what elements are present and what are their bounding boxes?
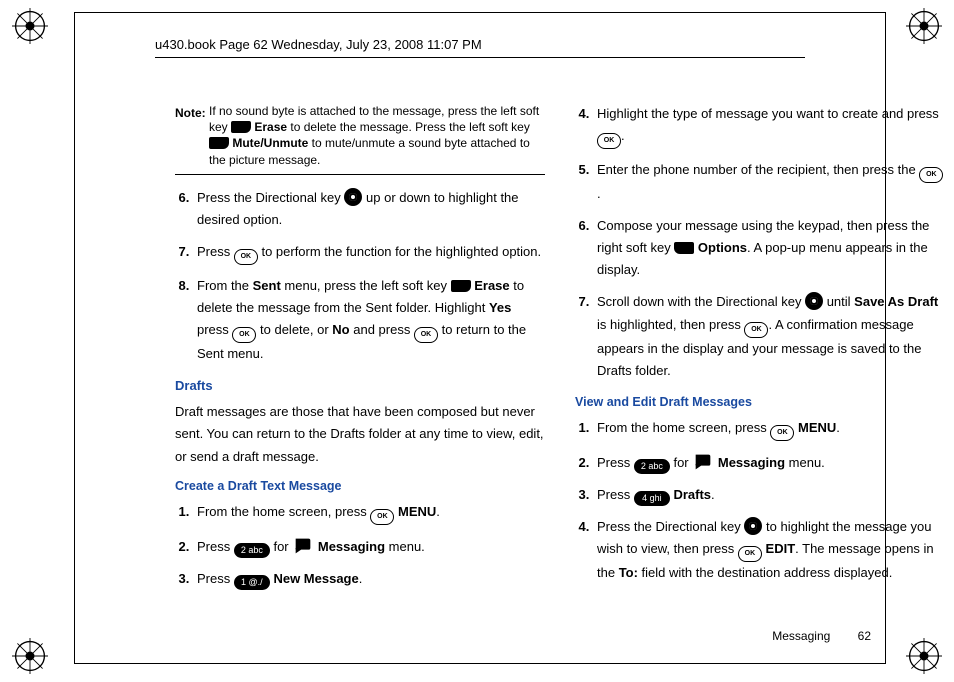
directional-key-icon xyxy=(344,188,362,206)
steps-create-draft: From the home screen, press OK MENU. Pre… xyxy=(193,501,545,590)
register-mark-icon xyxy=(906,8,942,44)
steps-view-edit: From the home screen, press OK MENU. Pre… xyxy=(593,417,945,584)
content-columns: Note: If no sound byte is attached to th… xyxy=(175,103,945,600)
left-column: Note: If no sound byte is attached to th… xyxy=(175,103,545,600)
list-item: Compose your message using the keypad, t… xyxy=(593,215,945,281)
ok-key-icon: OK xyxy=(744,322,768,338)
ok-key-icon: OK xyxy=(919,167,943,183)
left-softkey-icon xyxy=(209,137,229,149)
list-item: Press 1 @./ New Message. xyxy=(193,568,545,590)
header-rule xyxy=(155,57,805,58)
ok-key-icon: OK xyxy=(232,327,256,343)
key-1-icon: 1 @./ xyxy=(234,575,270,590)
page-frame: u430.book Page 62 Wednesday, July 23, 20… xyxy=(74,12,886,664)
footer-section: Messaging xyxy=(772,629,830,643)
right-softkey-icon xyxy=(674,242,694,254)
steps-create-draft-continued: Highlight the type of message you want t… xyxy=(593,103,945,382)
ok-key-icon: OK xyxy=(738,546,762,562)
list-item: Press 2 abc for Messaging menu. xyxy=(193,535,545,558)
ok-key-icon: OK xyxy=(770,425,794,441)
ok-key-icon: OK xyxy=(414,327,438,343)
heading-create-draft: Create a Draft Text Message xyxy=(175,476,545,497)
list-item: From the Sent menu, press the left soft … xyxy=(193,275,545,365)
heading-view-edit: View and Edit Draft Messages xyxy=(575,392,945,413)
note-rule xyxy=(175,174,545,175)
key-4-icon: 4 ghi xyxy=(634,491,670,506)
heading-drafts: Drafts xyxy=(175,375,545,397)
list-item: Highlight the type of message you want t… xyxy=(593,103,945,149)
list-item: Press the Directional key to highlight t… xyxy=(593,516,945,584)
list-item: Press the Directional key up or down to … xyxy=(193,187,545,231)
list-item: From the home screen, press OK MENU. xyxy=(593,417,945,441)
register-mark-icon xyxy=(12,638,48,674)
page-footer: Messaging 62 xyxy=(772,629,871,643)
messaging-icon xyxy=(692,451,714,473)
list-item: Press 2 abc for Messaging menu. xyxy=(593,451,945,474)
ok-key-icon: OK xyxy=(234,249,258,265)
left-softkey-icon xyxy=(451,280,471,292)
note-block: Note: If no sound byte is attached to th… xyxy=(175,103,545,168)
note-body: If no sound byte is attached to the mess… xyxy=(209,103,545,168)
directional-key-icon xyxy=(805,292,823,310)
key-2-icon: 2 abc xyxy=(634,459,670,474)
ok-key-icon: OK xyxy=(370,509,394,525)
key-2-icon: 2 abc xyxy=(234,543,270,558)
register-mark-icon xyxy=(906,638,942,674)
note-label: Note: xyxy=(175,103,209,168)
directional-key-icon xyxy=(744,517,762,535)
drafts-paragraph: Draft messages are those that have been … xyxy=(175,401,545,467)
list-item: From the home screen, press OK MENU. xyxy=(193,501,545,525)
register-mark-icon xyxy=(12,8,48,44)
footer-page-number: 62 xyxy=(858,629,871,643)
right-column: Highlight the type of message you want t… xyxy=(575,103,945,600)
list-item: Scroll down with the Directional key unt… xyxy=(593,291,945,381)
list-item: Enter the phone number of the recipient,… xyxy=(593,159,945,205)
ok-key-icon: OK xyxy=(597,133,621,149)
messaging-icon xyxy=(292,535,314,557)
page-header: u430.book Page 62 Wednesday, July 23, 20… xyxy=(155,37,482,52)
left-softkey-icon xyxy=(231,121,251,133)
steps-sent-continued: Press the Directional key up or down to … xyxy=(193,187,545,365)
list-item: Press 4 ghi Drafts. xyxy=(593,484,945,506)
list-item: Press OK to perform the function for the… xyxy=(193,241,545,265)
